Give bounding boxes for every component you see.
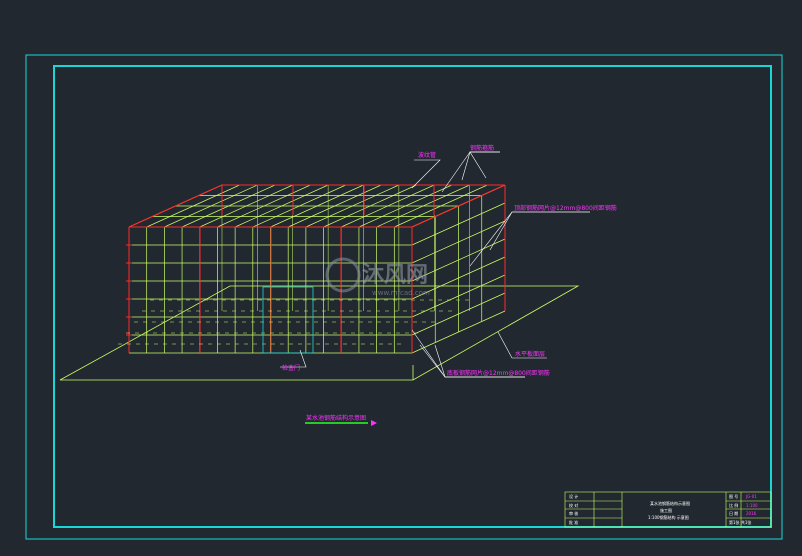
tb-title-3: 1:100钢筋结构 示意图 [648,514,689,520]
label-door: 检查门 [282,364,300,372]
watermark-url: www.mfcad.com [372,289,430,297]
tb-scale: 比 例 [729,502,738,508]
tb-design: 设 计 [569,493,578,499]
tb-scale-value: 1:100 [746,503,758,508]
tb-sheet: 第1张 共1张 [729,519,751,525]
label-stirrup: 钢筋箍筋 [470,144,494,152]
tb-title-2: 施工图 [660,507,672,513]
tb-date-value: 2016 [746,511,757,516]
figure-title: 某水池钢筋结构示意图 [306,414,366,422]
watermark-brand: 沐风网 [362,263,428,288]
tb-date: 日 期 [729,510,738,516]
tb-title-1: 某水池钢筋结构示意图 [650,500,690,506]
rebar-marks [118,299,469,345]
arrow-right-icon [371,420,377,426]
tb-drawing-no: 图 号 [729,493,738,499]
tb-check: 校 对 [569,502,578,508]
tb-approve: 批 准 [569,519,578,525]
label-slab: 水平板面层 [515,350,545,358]
label-upper-rebar: 顶部钢筋网片@12mm@800间距钢筋 [514,204,617,212]
rebar-grid [59,184,580,381]
tb-drawing-no-value: JG-01 [745,494,757,499]
watermark: 沐风网 www.mfcad.com [325,257,430,297]
label-bottom-rebar: 底板钢筋网片@12mm@800间距钢筋 [447,369,550,377]
tb-review: 审 核 [569,510,578,516]
outer-border [25,54,783,540]
cad-drawing: 沐风网 www.mfcad.com 波纹管 钢筋箍筋 顶部钢筋网片@12mm@8… [25,54,783,540]
label-top-plate: 波纹管 [418,151,436,159]
